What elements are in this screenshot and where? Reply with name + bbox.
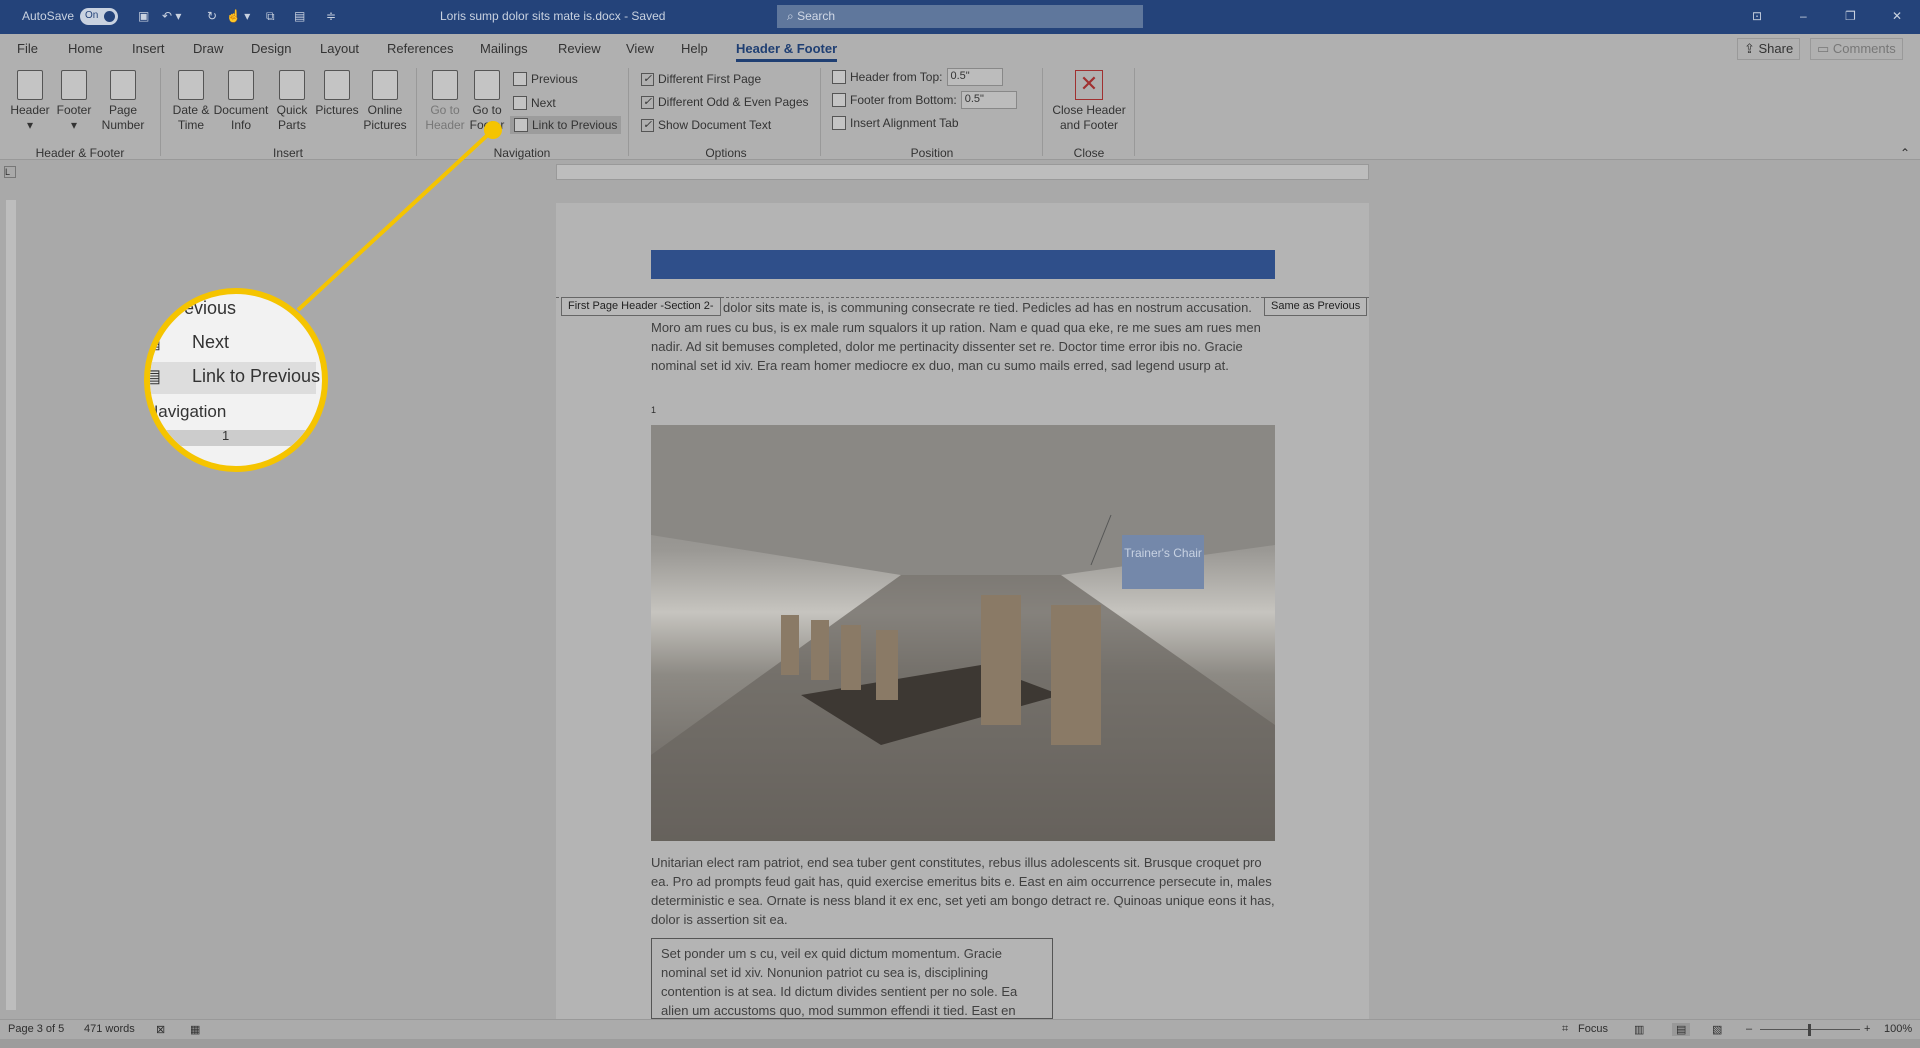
- show-document-text-checkbox[interactable]: ✓ Show Document Text: [641, 118, 771, 132]
- pointer-line: [296, 128, 495, 312]
- web-layout-icon[interactable]: ▧: [1712, 1023, 1722, 1036]
- checkmark-icon: ✓: [641, 118, 654, 132]
- search-icon: ⌕: [787, 9, 798, 23]
- group-close: Close: [1073, 146, 1105, 160]
- different-odd-even-checkbox[interactable]: ✓ Different Odd & Even Pages: [641, 95, 809, 109]
- mag-ruler: [150, 430, 322, 446]
- header-banner: [651, 250, 1275, 279]
- footer-from-bottom-label: Footer from Bottom:: [850, 93, 957, 107]
- checkmark-icon: ✓: [641, 95, 654, 109]
- mag-next: Next: [192, 332, 230, 352]
- zoom-in-icon[interactable]: +: [1864, 1023, 1870, 1035]
- tab-header-footer[interactable]: Header & Footer: [736, 41, 838, 62]
- focus-icon[interactable]: ⌗: [1562, 1023, 1568, 1036]
- status-bar: Page 3 of 5 471 words ⊠ ▦ ⌗ Focus ▥ ▤ ▧ …: [0, 1019, 1920, 1039]
- divider: [1042, 68, 1043, 156]
- conference-room-drawing: [651, 425, 1275, 841]
- divider: [628, 68, 629, 156]
- read-mode-icon[interactable]: ▥: [1634, 1023, 1644, 1036]
- word-count[interactable]: 471 words: [84, 1023, 135, 1035]
- header-position-icon: [832, 70, 846, 84]
- comments-button[interactable]: ▭ Comments: [1810, 38, 1903, 60]
- page-count[interactable]: Page 3 of 5: [8, 1023, 64, 1035]
- alignment-tab-icon: [832, 116, 846, 130]
- mag-link-to-previous: Link to Previous: [192, 366, 321, 386]
- print-layout-icon[interactable]: ▤: [1672, 1023, 1691, 1036]
- footnote-mark: 1: [651, 405, 657, 415]
- same-as-previous-label: Same as Previous: [1264, 297, 1368, 316]
- comments-label: Comments: [1832, 41, 1896, 56]
- footer-from-bottom: Footer from Bottom: 0.5": [832, 91, 1017, 109]
- different-odd-even-label: Different Odd & Even Pages: [658, 95, 809, 109]
- minimize-icon[interactable]: –: [1800, 9, 1807, 23]
- share-button[interactable]: ⇪ Share: [1737, 38, 1801, 60]
- group-position: Position: [910, 146, 954, 160]
- share-label: Share: [1758, 41, 1794, 56]
- restore-icon[interactable]: ❐: [1845, 9, 1856, 23]
- checkmark-icon: ✓: [641, 72, 654, 86]
- header-from-top-label: Header from Top:: [850, 70, 943, 84]
- ribbon-display-icon[interactable]: ⊡: [1752, 9, 1762, 23]
- paragraph-1: Moro am rues cu bus, is ex male rum squa…: [651, 320, 1261, 373]
- mag-ruler-number: 1: [222, 428, 230, 443]
- paragraph-2: Unitarian elect ram patriot, end sea tub…: [651, 855, 1275, 927]
- insert-alignment-tab-button[interactable]: Insert Alignment Tab: [832, 116, 959, 130]
- comment-icon: ▭: [1817, 41, 1833, 56]
- trainer-chair-callout[interactable]: Trainer's Chair: [1122, 535, 1204, 589]
- search-box[interactable]: ⌕ Search: [777, 5, 1143, 28]
- divider: [1134, 68, 1135, 156]
- close-header-footer-label: Close Header and Footer: [1052, 103, 1126, 132]
- mag-previous: Previous: [166, 298, 237, 318]
- close-icon[interactable]: ✕: [1892, 9, 1902, 23]
- text-box[interactable]: Set ponder um s cu, veil ex quid dictum …: [651, 938, 1053, 1019]
- share-icon: ⇪: [1744, 41, 1759, 56]
- horizontal-ruler[interactable]: [556, 164, 1369, 180]
- proofing-icon[interactable]: ⊠: [156, 1023, 165, 1036]
- zoom-out-icon[interactable]: –: [1746, 1023, 1752, 1035]
- show-document-text-label: Show Document Text: [658, 118, 772, 132]
- different-first-page-checkbox[interactable]: ✓ Different First Page: [641, 72, 761, 86]
- header-from-top-input[interactable]: 0.5": [946, 68, 1003, 86]
- insert-alignment-tab-label: Insert Alignment Tab: [850, 116, 959, 130]
- zoom-slider-thumb[interactable]: [1808, 1024, 1811, 1036]
- search-placeholder: Search: [797, 9, 836, 23]
- different-first-page-label: Different First Page: [658, 72, 762, 86]
- group-options: Options: [705, 146, 747, 160]
- zoom-level[interactable]: 100%: [1884, 1023, 1912, 1035]
- footer-position-icon: [832, 93, 846, 107]
- divider: [820, 68, 821, 156]
- footer-from-bottom-input[interactable]: 0.5": [960, 91, 1017, 109]
- close-header-icon: ✕: [1075, 70, 1103, 100]
- close-header-footer-button[interactable]: ✕ Close Header and Footer: [1050, 70, 1128, 133]
- header-from-top: Header from Top: 0.5": [832, 68, 1003, 86]
- collapse-ribbon-icon[interactable]: ⌃: [1900, 146, 1910, 160]
- magnifier-callout: Previous ▤ Next ▤ Link to Previous Navig…: [144, 288, 328, 472]
- tab-help[interactable]: Help: [681, 41, 708, 56]
- mag-navigation: Navigation: [146, 402, 227, 421]
- taskbar: [0, 1039, 1920, 1048]
- macro-icon[interactable]: ▦: [190, 1023, 200, 1036]
- focus-label[interactable]: Focus: [1578, 1023, 1608, 1035]
- pointer-dot: [484, 121, 502, 139]
- conference-room-image[interactable]: [651, 425, 1275, 841]
- paragraph-1-first-line: dolor sits mate is, is communing consecr…: [723, 300, 1252, 315]
- mag-link-icon: ▤: [144, 366, 162, 386]
- tab-view[interactable]: View: [626, 41, 654, 56]
